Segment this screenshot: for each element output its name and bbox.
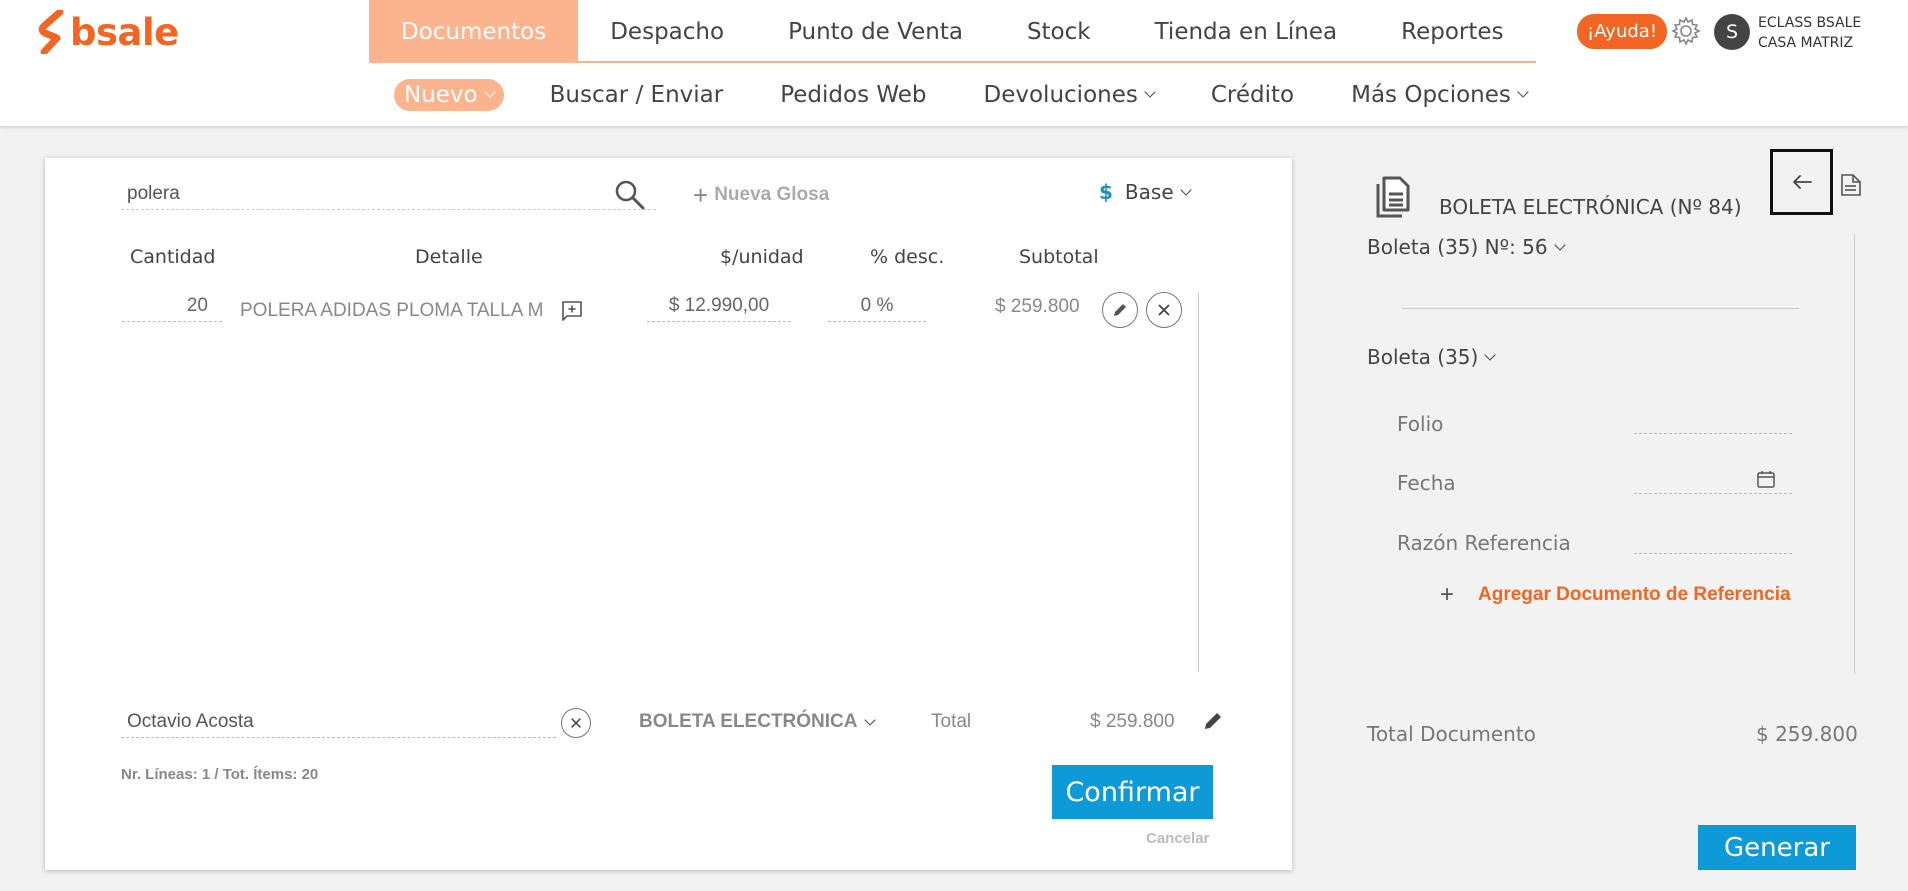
gear-icon[interactable] [1670, 15, 1702, 47]
cancel-link[interactable]: Cancelar [1146, 830, 1209, 847]
bsale-logo[interactable]: bsale [38, 10, 179, 54]
account-branch: CASA MATRIZ [1758, 35, 1854, 51]
document-type-select[interactable]: BOLETA ELECTRÓNICA [639, 711, 876, 733]
chevron-down-icon [1553, 238, 1566, 251]
chevron-down-icon [1484, 348, 1496, 361]
pencil-icon[interactable] [1202, 710, 1224, 732]
chevron-down-icon [1144, 86, 1156, 98]
subnav-nuevo-label: Nuevo [404, 81, 478, 108]
add-reference-button[interactable]: + Agregar Documento de Referencia [1440, 583, 1791, 607]
plus-icon: + [1440, 581, 1455, 608]
subnav-mas-opciones-label: Más Opciones [1351, 81, 1511, 108]
price-list-value: Base [1124, 180, 1174, 204]
row-subtotal: $ 259.800 [995, 296, 1080, 317]
dollar-icon: $ [1099, 180, 1113, 204]
subnav-pedidos-web[interactable]: Pedidos Web [780, 82, 926, 108]
total-document-label: Total Documento [1367, 722, 1536, 746]
reason-label: Razón Referencia [1397, 531, 1571, 555]
column-header-subtotal: Subtotal [1019, 246, 1099, 268]
nav-punto-de-venta[interactable]: Punto de Venta [756, 0, 995, 63]
clear-client-button[interactable] [561, 708, 591, 738]
column-header-detail: Detalle [415, 246, 483, 268]
close-icon [571, 718, 581, 728]
subnav-mas-opciones[interactable]: Más Opciones [1351, 81, 1529, 108]
calendar-icon[interactable] [1756, 469, 1776, 489]
total-document-value: $ 259.800 [1756, 722, 1858, 746]
top-bar: bsale Documentos Despacho Punto de Venta… [0, 0, 1908, 63]
subnav-devoluciones[interactable]: Devoluciones [983, 81, 1156, 108]
product-search-input[interactable] [121, 178, 656, 210]
row-detail-text: POLERA ADIDAS PLOMA TALLA M [240, 300, 544, 321]
account-company: ECLASS BSALE [1758, 15, 1862, 31]
add-comment-icon[interactable] [561, 300, 583, 322]
series-select-value: Boleta (35) Nº: 56 [1367, 235, 1548, 259]
confirm-button[interactable]: Confirmar [1052, 765, 1213, 819]
subnav-buscar-enviar[interactable]: Buscar / Enviar [550, 82, 724, 108]
folio-field[interactable] [1634, 433, 1792, 434]
add-reference-label: Agregar Documento de Referencia [1478, 584, 1791, 605]
price-list-select[interactable]: $ Base [1099, 180, 1192, 204]
series-select[interactable]: Boleta (35) Nº: 56 [1367, 235, 1566, 259]
nav-documentos[interactable]: Documentos [369, 0, 579, 63]
table-divider [1198, 292, 1199, 672]
document-editor-card: + Nueva Glosa $ Base Cantidad Detalle $/… [45, 158, 1292, 870]
panel-scroll-divider [1854, 234, 1855, 674]
total-label: Total [931, 711, 972, 732]
date-field[interactable] [1634, 493, 1792, 494]
user-avatar[interactable]: S [1714, 14, 1750, 50]
bsale-logo-icon [38, 10, 64, 54]
close-icon [1158, 304, 1170, 316]
document-icon [1376, 176, 1410, 218]
subnav-nuevo[interactable]: Nuevo [394, 78, 504, 111]
main-navigation: Documentos Despacho Punto de Venta Stock… [369, 0, 1536, 63]
lines-summary: Nr. Líneas: 1 / Tot. Ítems: 20 [121, 766, 319, 783]
nav-tienda-en-linea[interactable]: Tienda en Línea [1123, 0, 1370, 63]
panel-document-title: BOLETA ELECTRÓNICA (Nº 84) [1439, 195, 1742, 219]
column-header-quantity: Cantidad [130, 246, 216, 268]
plus-icon: + [693, 180, 709, 210]
panel-divider [1402, 308, 1799, 309]
document-type-value: BOLETA ELECTRÓNICA [639, 711, 858, 732]
generate-button[interactable]: Generar [1698, 825, 1856, 870]
subnav-devoluciones-label: Devoluciones [983, 81, 1138, 108]
account-info[interactable]: ECLASS BSALE CASA MATRIZ [1758, 13, 1861, 53]
nav-reportes[interactable]: Reportes [1369, 0, 1535, 63]
chevron-down-icon [1517, 86, 1529, 98]
new-glosa-button[interactable]: + Nueva Glosa [693, 182, 829, 208]
remove-row-button[interactable] [1146, 292, 1182, 328]
column-header-discount: % desc. [870, 246, 945, 268]
date-label: Fecha [1397, 471, 1456, 495]
discount-field[interactable]: 0 % [828, 290, 926, 322]
chevron-down-icon [483, 86, 496, 98]
nav-stock[interactable]: Stock [995, 0, 1123, 63]
search-icon[interactable] [613, 178, 647, 212]
back-button[interactable] [1770, 149, 1833, 215]
new-glosa-label: Nueva Glosa [714, 184, 830, 205]
quantity-field[interactable]: 20 [122, 290, 222, 322]
arrow-left-icon [1792, 175, 1812, 189]
document-notes-icon[interactable] [1840, 173, 1862, 197]
edit-row-button[interactable] [1102, 292, 1138, 328]
sub-bar: Nuevo Buscar / Enviar Pedidos Web Devolu… [0, 63, 1908, 126]
chevron-down-icon [863, 713, 876, 726]
chevron-down-icon [1179, 183, 1192, 196]
client-input[interactable] [121, 706, 556, 738]
reference-document-value: Boleta (35) [1367, 345, 1479, 369]
unit-price-field[interactable]: $ 12.990,00 [647, 290, 791, 322]
reference-document-select[interactable]: Boleta (35) [1367, 345, 1496, 369]
pencil-icon [1114, 304, 1126, 316]
column-header-unit-price: $/unidad [720, 246, 804, 268]
subnav-credito[interactable]: Crédito [1211, 82, 1294, 108]
help-button[interactable]: ¡Ayuda! [1577, 14, 1668, 49]
reason-field[interactable] [1634, 553, 1792, 554]
nav-despacho[interactable]: Despacho [578, 0, 756, 63]
logo-text: bsale [70, 10, 179, 54]
sub-navigation: Nuevo Buscar / Enviar Pedidos Web Devolu… [394, 63, 1584, 126]
total-value: $ 259.800 [1090, 711, 1175, 732]
folio-label: Folio [1397, 412, 1444, 436]
